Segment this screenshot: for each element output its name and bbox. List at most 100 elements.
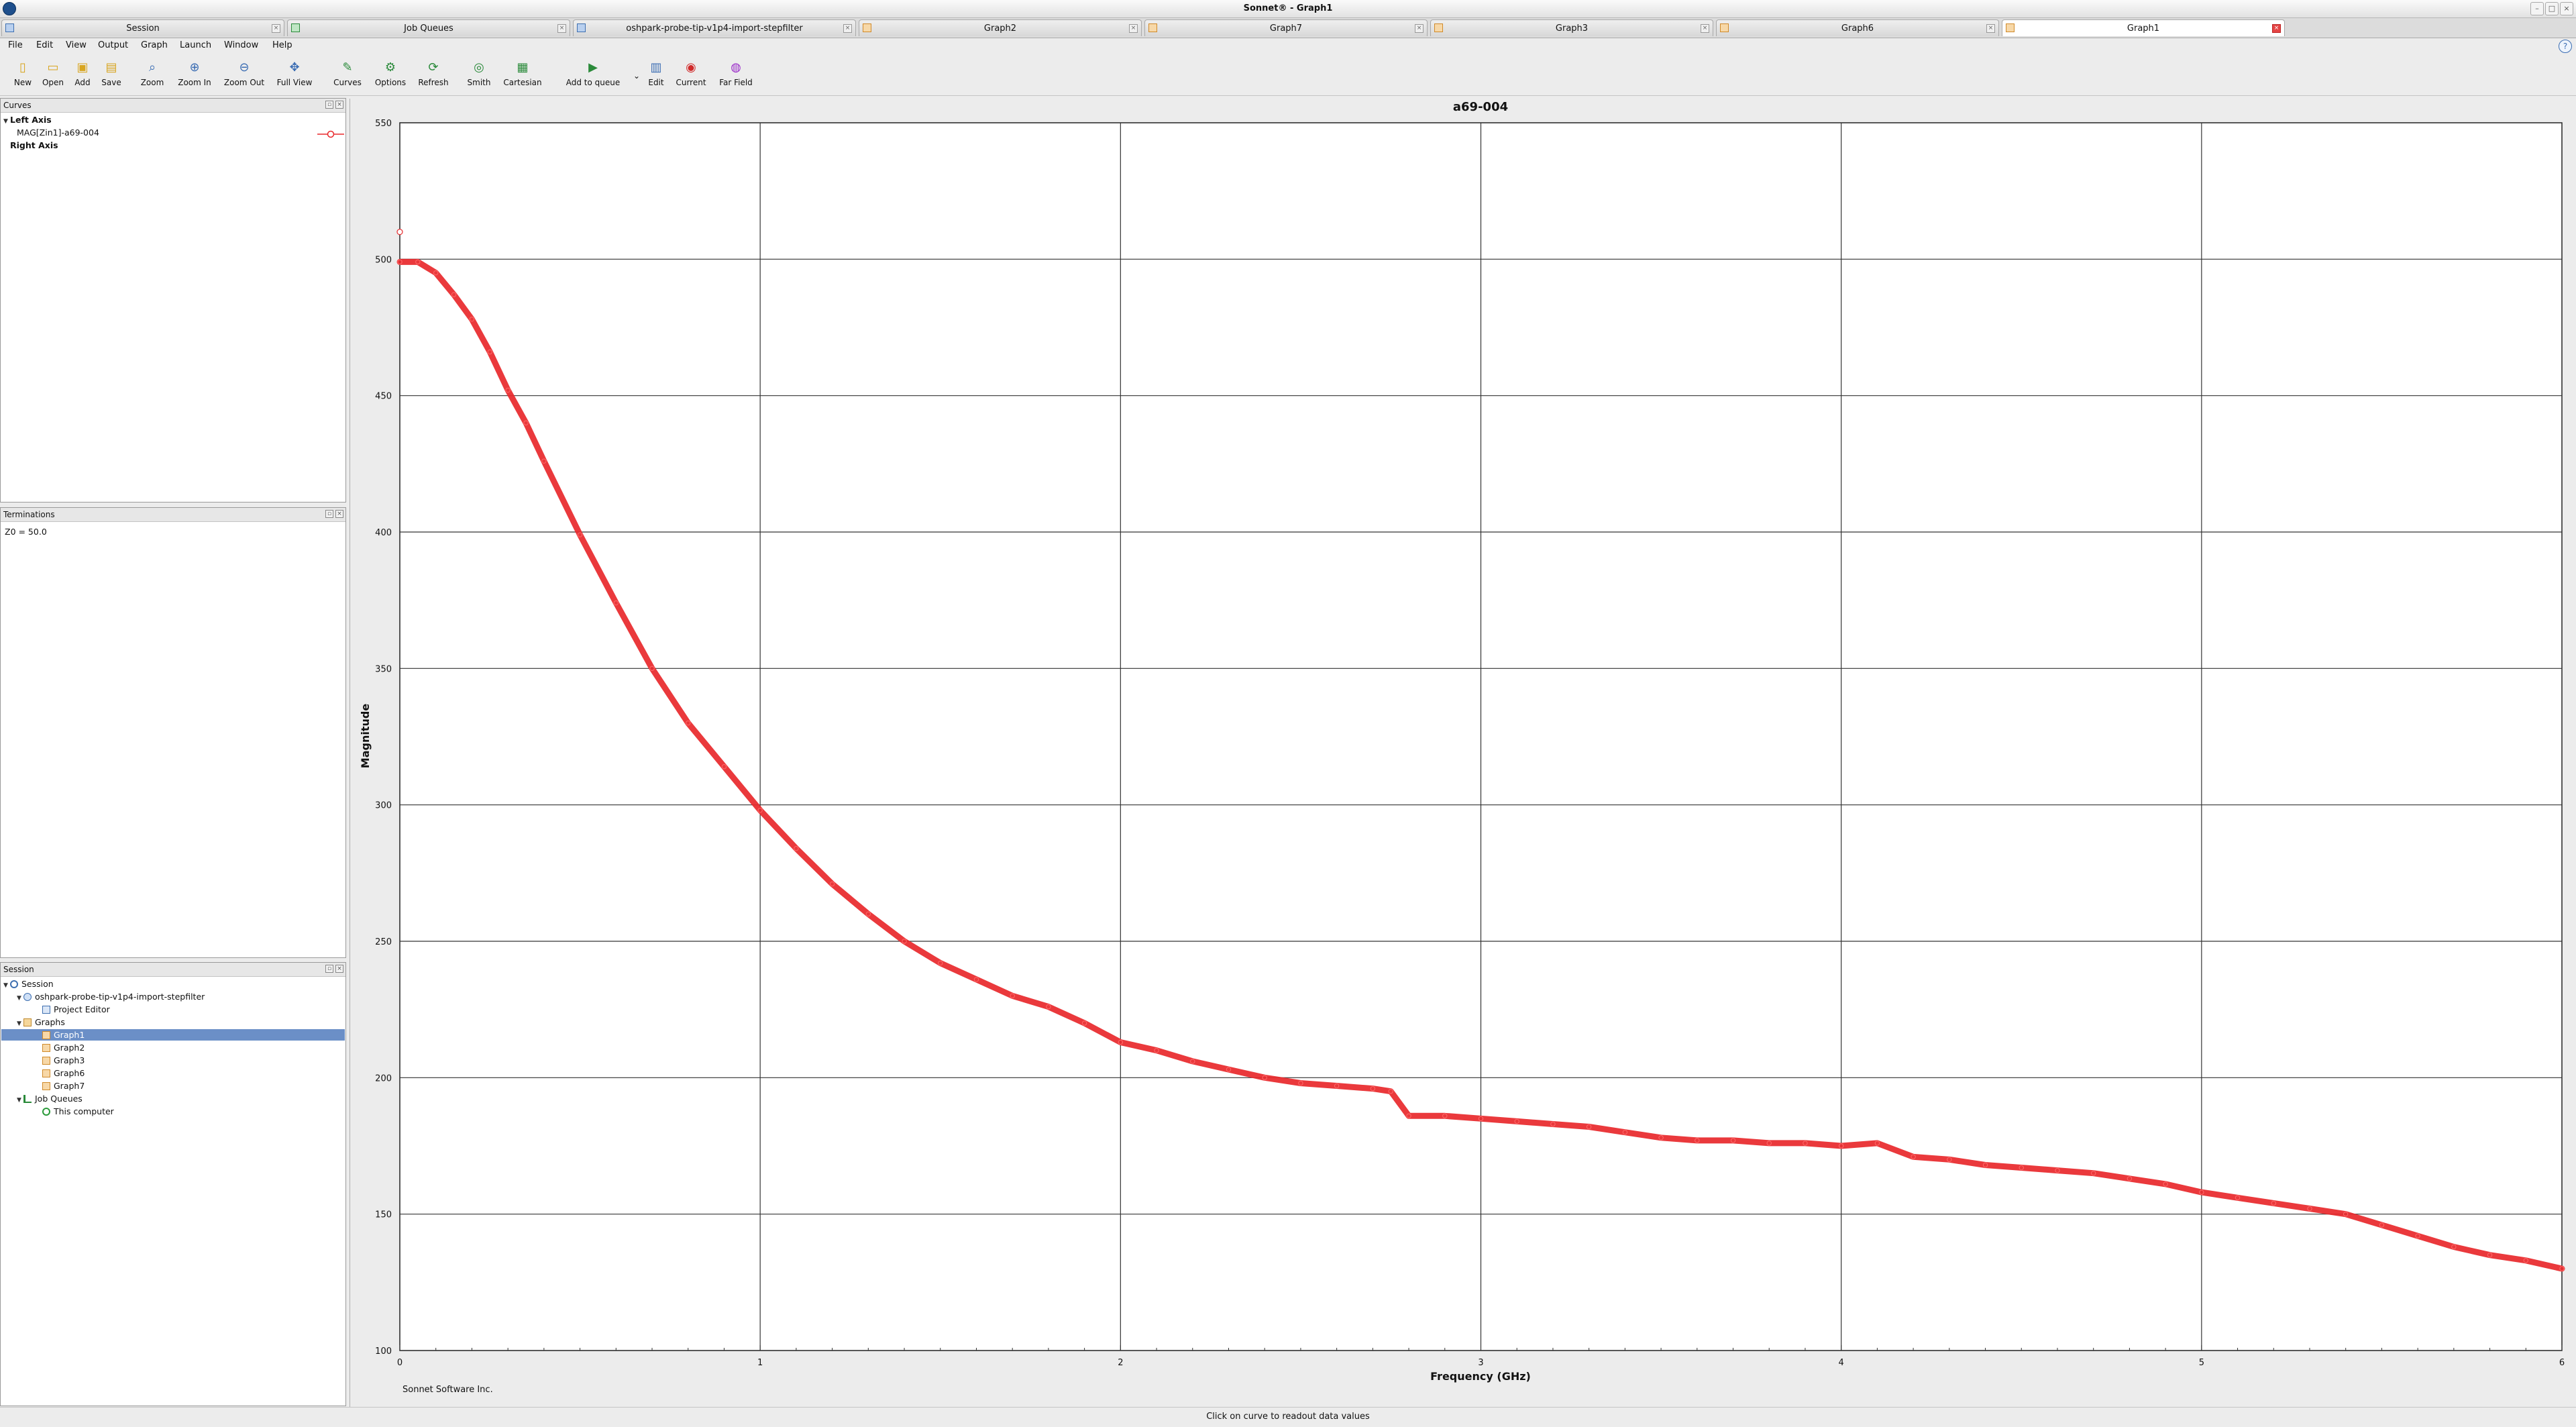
plot-area[interactable]: 0 1 2 3 4 5 6 100 150 200 250 300 350 400 450 500 550 a6… — [350, 99, 2576, 1409]
tree-project[interactable]: ▼ oshpark-probe-tip-v1p4-import-stepfilte… — [17, 992, 205, 1002]
full-view-icon: ✥ — [289, 60, 300, 74]
tab-label: oshpark-probe-tip-v1p4-import-stepfilter — [626, 23, 803, 34]
y-tick-label: 500 — [375, 255, 392, 265]
tree-job-queues[interactable]: ▼ Job Queues — [17, 1094, 83, 1104]
graph-icon — [42, 1069, 50, 1077]
window-title: Sonnet® - Graph1 — [1243, 3, 1333, 13]
tab-close-icon[interactable]: × — [1415, 24, 1424, 33]
tab-close-icon[interactable]: × — [1986, 24, 1995, 33]
tab-close-icon[interactable]: × — [1129, 24, 1138, 33]
tab-close-icon[interactable]: × — [1701, 24, 1709, 33]
tab-graph6[interactable]: Graph6 × — [1716, 19, 1999, 36]
float-panel-icon[interactable]: ▫ — [325, 101, 333, 109]
tab-session[interactable]: Session × — [1, 19, 284, 36]
zoom-button[interactable]: ⌕ Zoom — [137, 60, 168, 87]
menu-edit[interactable]: Edit — [36, 40, 53, 50]
x-tick-label: 5 — [2199, 1358, 2204, 1368]
left-axis-node[interactable]: ▼ Left Axis — [3, 115, 52, 125]
x-axis-label: Frequency (GHz) — [1430, 1370, 1531, 1383]
far-field-button[interactable]: ◍ Far Field — [714, 60, 758, 87]
x-tick-label: 3 — [1478, 1358, 1483, 1368]
session-panel-header: Session ▫ × — [1, 963, 345, 977]
tab-project[interactable]: oshpark-probe-tip-v1p4-import-stepfilter… — [573, 19, 856, 36]
x-tick-label: 0 — [397, 1358, 402, 1368]
tree-this-computer[interactable]: This computer — [42, 1106, 114, 1116]
graph-icon — [42, 1031, 50, 1039]
tab-job-queues[interactable]: Job Queues × — [287, 19, 570, 36]
chevron-down-icon[interactable]: ▼ — [3, 982, 10, 989]
close-panel-icon[interactable]: × — [335, 965, 343, 973]
add-button[interactable]: ▣ Add — [70, 60, 95, 87]
add-to-queue-button[interactable]: ▶ Add to queue — [561, 60, 625, 87]
chevron-down-icon[interactable]: ▼ — [17, 995, 23, 1002]
smith-button[interactable]: ◎ Smith — [463, 60, 495, 87]
curve-legend-marker — [317, 130, 344, 138]
full-view-button[interactable]: ✥ Full View — [272, 60, 317, 87]
tab-close-icon[interactable]: × — [557, 24, 566, 33]
menu-view[interactable]: View — [66, 40, 87, 50]
open-icon: ▭ — [47, 60, 59, 74]
tree-session[interactable]: ▼ Session — [3, 979, 54, 989]
refresh-button[interactable]: ⟳ Refresh — [415, 60, 452, 87]
add-to-queue-dropdown[interactable]: ⌄ — [629, 68, 640, 83]
right-axis-node[interactable]: Right Axis — [10, 140, 58, 150]
current-button[interactable]: ◉ Current — [672, 60, 710, 87]
window-title-bar: Sonnet® - Graph1 – □ × — [0, 0, 2576, 18]
tree-graph1[interactable]: Graph1 — [42, 1030, 85, 1040]
help-icon[interactable]: ? — [2559, 40, 2572, 53]
minimize-icon[interactable]: – — [2530, 2, 2544, 15]
close-panel-icon[interactable]: × — [335, 510, 343, 518]
graph-icon — [1148, 23, 1157, 32]
menu-graph[interactable]: Graph — [141, 40, 168, 50]
float-panel-icon[interactable]: ▫ — [325, 965, 333, 973]
far-field-icon: ◍ — [731, 60, 741, 74]
tab-graph7[interactable]: Graph7 × — [1144, 19, 1428, 36]
options-button[interactable]: ⚙ Options — [372, 60, 409, 87]
menu-file[interactable]: File — [8, 40, 23, 50]
tree-graph3[interactable]: Graph3 — [42, 1055, 85, 1065]
edit-button[interactable]: ▥ Edit — [643, 60, 669, 87]
footer-text: Sonnet Software Inc. — [402, 1385, 493, 1395]
tree-graphs-folder[interactable]: ▼ Graphs — [17, 1017, 65, 1027]
maximize-icon[interactable]: □ — [2545, 2, 2559, 15]
tree-project-editor[interactable]: Project Editor — [42, 1004, 110, 1014]
window-controls: – □ × — [2530, 2, 2573, 15]
menu-help[interactable]: Help — [272, 40, 292, 50]
curve-item[interactable]: MAG[Zin1]-a69-004 — [17, 127, 99, 138]
tree-graph6[interactable]: Graph6 — [42, 1068, 85, 1078]
terminations-panel-header: Terminations ▫ × — [1, 508, 345, 522]
add-to-queue-icon: ▶ — [588, 60, 598, 74]
tab-label: Session — [126, 23, 160, 34]
menu-output[interactable]: Output — [98, 40, 128, 50]
edit-icon: ▥ — [650, 60, 662, 74]
tab-close-icon[interactable]: × — [843, 24, 852, 33]
menu-window[interactable]: Window — [224, 40, 258, 50]
tab-graph3[interactable]: Graph3 × — [1430, 19, 1713, 36]
close-panel-icon[interactable]: × — [335, 101, 343, 109]
chevron-down-icon[interactable]: ▼ — [3, 118, 10, 125]
tab-close-icon[interactable]: × — [2272, 24, 2281, 33]
terminations-panel: Terminations ▫ × Z0 = 50.0 — [0, 507, 346, 958]
curves-button[interactable]: ✎ Curves — [331, 60, 364, 87]
zoom-in-icon: ⊕ — [189, 60, 200, 74]
tab-graph2[interactable]: Graph2 × — [859, 19, 1142, 36]
tab-close-icon[interactable]: × — [272, 24, 280, 33]
open-button[interactable]: ▭ Open — [39, 60, 67, 87]
zoom-icon: ⌕ — [148, 60, 156, 74]
tree-graph7[interactable]: Graph7 — [42, 1081, 85, 1091]
menu-launch[interactable]: Launch — [180, 40, 211, 50]
close-icon[interactable]: × — [2560, 2, 2573, 15]
tab-graph1[interactable]: Graph1 × — [2002, 19, 2285, 36]
graph-icon — [42, 1057, 50, 1065]
chevron-down-icon[interactable]: ▼ — [17, 1097, 23, 1104]
curves-panel-header: Curves ▫ × — [1, 99, 345, 113]
zoom-out-button[interactable]: ⊖ Zoom Out — [220, 60, 268, 87]
zoom-in-button[interactable]: ⊕ Zoom In — [173, 60, 216, 87]
add-icon: ▣ — [76, 60, 89, 74]
float-panel-icon[interactable]: ▫ — [325, 510, 333, 518]
new-button[interactable]: ▯ New — [9, 60, 36, 87]
save-button[interactable]: ▤ Save — [98, 60, 125, 87]
cartesian-button[interactable]: ▦ Cartesian — [499, 60, 546, 87]
chevron-down-icon[interactable]: ▼ — [17, 1020, 23, 1027]
tree-graph2[interactable]: Graph2 — [42, 1043, 85, 1053]
